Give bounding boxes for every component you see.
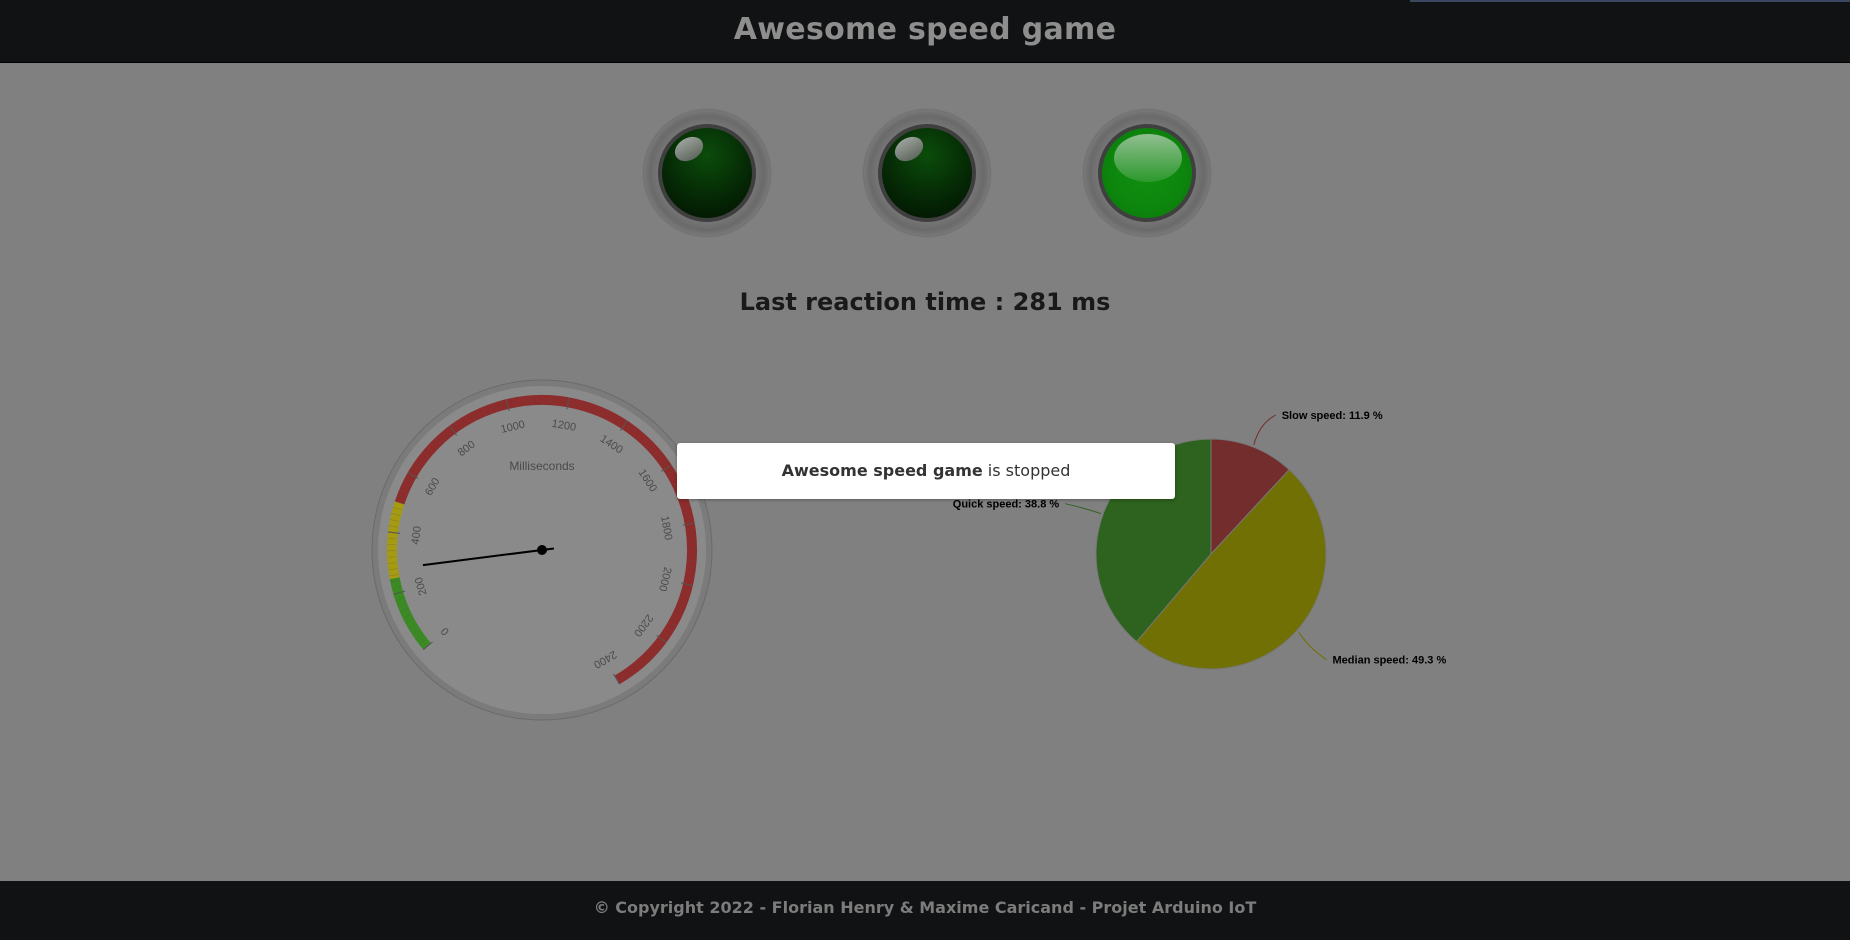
footer-bar: © Copyright 2022 - Florian Henry & Maxim… (0, 881, 1850, 940)
reaction-label: Last reaction time : (739, 288, 1013, 316)
light-3 (1084, 110, 1210, 236)
pie-connector-0 (1253, 414, 1276, 446)
pie-connector-1 (1298, 631, 1327, 661)
light-2-bulb (882, 128, 972, 218)
light-3-shine (1114, 134, 1182, 182)
header-strip (1410, 0, 1850, 2)
gauge-layer: 02004006008001000 12001400160018002000220… (371, 379, 713, 721)
reaction-value: 281 (1012, 288, 1063, 316)
light-1-shine (670, 131, 708, 167)
pie-label-0: Slow speed: 11.9 % (1282, 410, 1383, 422)
gauge-needle-hub (537, 545, 547, 555)
dialog-status-text: is stopped (982, 461, 1071, 480)
speed-gauge: 02004006008001000 12001400160018002000220… (371, 379, 713, 721)
light-1 (644, 110, 770, 236)
pie-label-2: Quick speed: 38.8 % (953, 499, 1060, 511)
gauge-title: Milliseconds (509, 459, 574, 473)
page-title: Awesome speed game (733, 12, 1117, 47)
light-2-ring (878, 124, 976, 222)
light-3-bulb (1102, 128, 1192, 218)
header-bar: Awesome speed game (0, 0, 1850, 63)
light-1-bulb (662, 128, 752, 218)
light-2 (864, 110, 990, 236)
footer-copyright: © Copyright 2022 - Florian Henry & Maxim… (593, 898, 1257, 917)
light-2-shine (890, 131, 928, 167)
reaction-time: Last reaction time : 281 ms (0, 288, 1850, 316)
light-3-ring (1098, 124, 1196, 222)
reaction-unit: ms (1062, 288, 1111, 316)
status-dialog: Awesome speed game is stopped (677, 443, 1175, 499)
pie-label-1: Median speed: 49.3 % (1333, 655, 1447, 667)
app-window: Awesome speed game Last reaction time : … (0, 0, 1850, 940)
light-1-ring (658, 124, 756, 222)
pie-connector-2 (1065, 503, 1102, 515)
gauge-tick-label: 400 (410, 526, 424, 546)
dialog-game-name: Awesome speed game (781, 461, 983, 480)
